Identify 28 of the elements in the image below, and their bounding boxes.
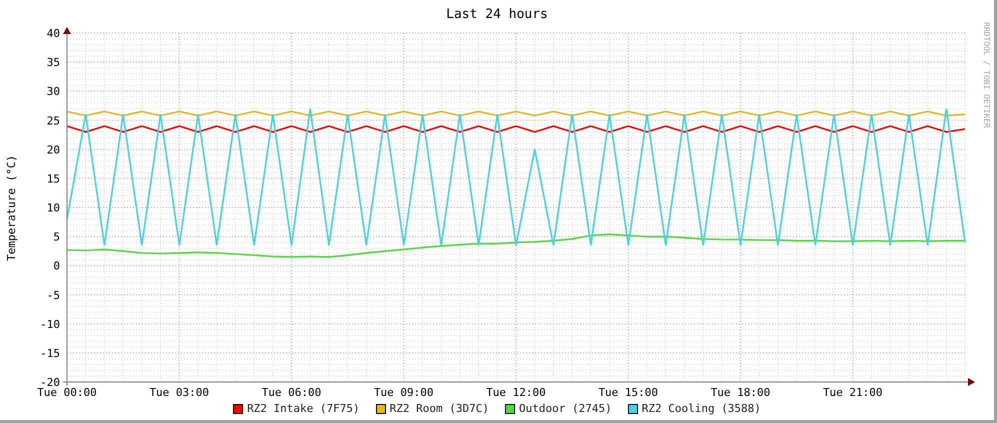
axis-tick-label: -15 [40,346,60,360]
legend-label: RZ2 Cooling (3588) [642,400,761,417]
axis-tick-label: 35 [46,56,60,70]
axis-tick-label: -10 [40,318,60,331]
axis-tick-label: 40 [46,27,60,40]
axis-tick-label: Tue 12:00 [486,386,546,398]
axis-tick-label: Tue 09:00 [374,386,434,398]
axis-tick-label: Tue 21:00 [822,386,883,398]
axis-tick-label: 20 [46,143,60,156]
axis-tick-label: Tue 15:00 [598,386,658,398]
axis-tick-label: -20 [40,376,60,389]
axis-tick-label: 10 [46,202,60,214]
axis-tick-label: 0 [53,260,60,273]
axis-tick-label: 30 [46,85,60,98]
legend-label: RZ2 Intake (7F75) [247,400,360,417]
chart-title: Last 24 hours [446,7,548,22]
axis-tick-label: 5 [53,230,60,244]
axis-tick-label: 15 [46,172,60,186]
axis-tick-label: Tue 00:00 [37,386,97,398]
credit-text: RRDTOOL / TOBI OETIKER [982,22,991,128]
axis-tick-label: 25 [46,114,60,128]
y-axis-label: Temperature (°C) [5,155,18,261]
axis-tick-label: Tue 03:00 [149,386,210,398]
axis-tick-label: Tue 18:00 [710,386,770,398]
axis-tick-label: Tue 06:00 [262,386,322,398]
legend-label: Outdoor (2745) [519,400,612,417]
axis-tick-label: -5 [46,288,60,302]
legend-label: RZ2 Room (3D7C) [390,400,489,417]
